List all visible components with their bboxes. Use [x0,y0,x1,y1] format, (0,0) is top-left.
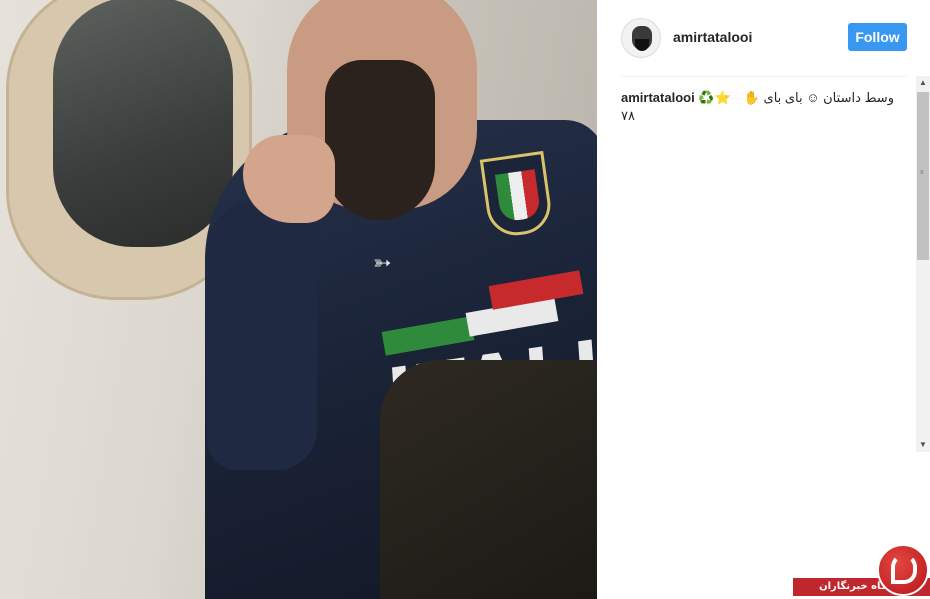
scroll-up-arrow-icon[interactable]: ▲ [916,76,930,90]
grip-icon: ≡ [920,170,924,176]
caption-username[interactable]: amirtatalooi [621,90,695,105]
post-sidebar: amirtatalooi Follow amirtatalooi ♻️⭐🏼✋ و… [597,0,930,599]
scrollbar-thumb[interactable]: ≡ [917,92,929,260]
follow-button[interactable]: Follow [848,23,907,51]
star-icon: ⭐ [714,90,731,105]
avatar-beard [635,39,649,51]
scroll-down-arrow-icon[interactable]: ▼ [916,438,930,452]
beard [325,60,435,220]
caption-text: وسط داستان ☺ بای بای [763,90,894,105]
brand-logo-icon: ➳ [373,250,392,275]
recycle-icon: ♻️ [698,90,715,105]
watermark-logo: باشگاه خبرنگاران [793,540,930,599]
watermark-emblem-icon [877,544,929,596]
divider [621,76,907,77]
comments-scrollbar[interactable]: ▲ ≡ ▼ [916,76,930,452]
skin-tone-icon: 🏼 [730,90,744,105]
watermark-glyph [891,554,917,584]
caption: amirtatalooi ♻️⭐🏼✋ وسط داستان ☺ بای بای … [621,89,911,125]
arm [207,200,317,470]
caption-line-2: ۷۸ [621,108,635,123]
username-link[interactable]: amirtatalooi [673,29,752,45]
avatar[interactable] [621,18,661,58]
hand-icon: ✋ [743,90,760,105]
badge-tricolor [494,169,542,223]
seat [380,360,597,599]
post-header: amirtatalooi Follow [597,0,930,76]
post-photo[interactable]: ITALIA ➳ [0,0,597,599]
